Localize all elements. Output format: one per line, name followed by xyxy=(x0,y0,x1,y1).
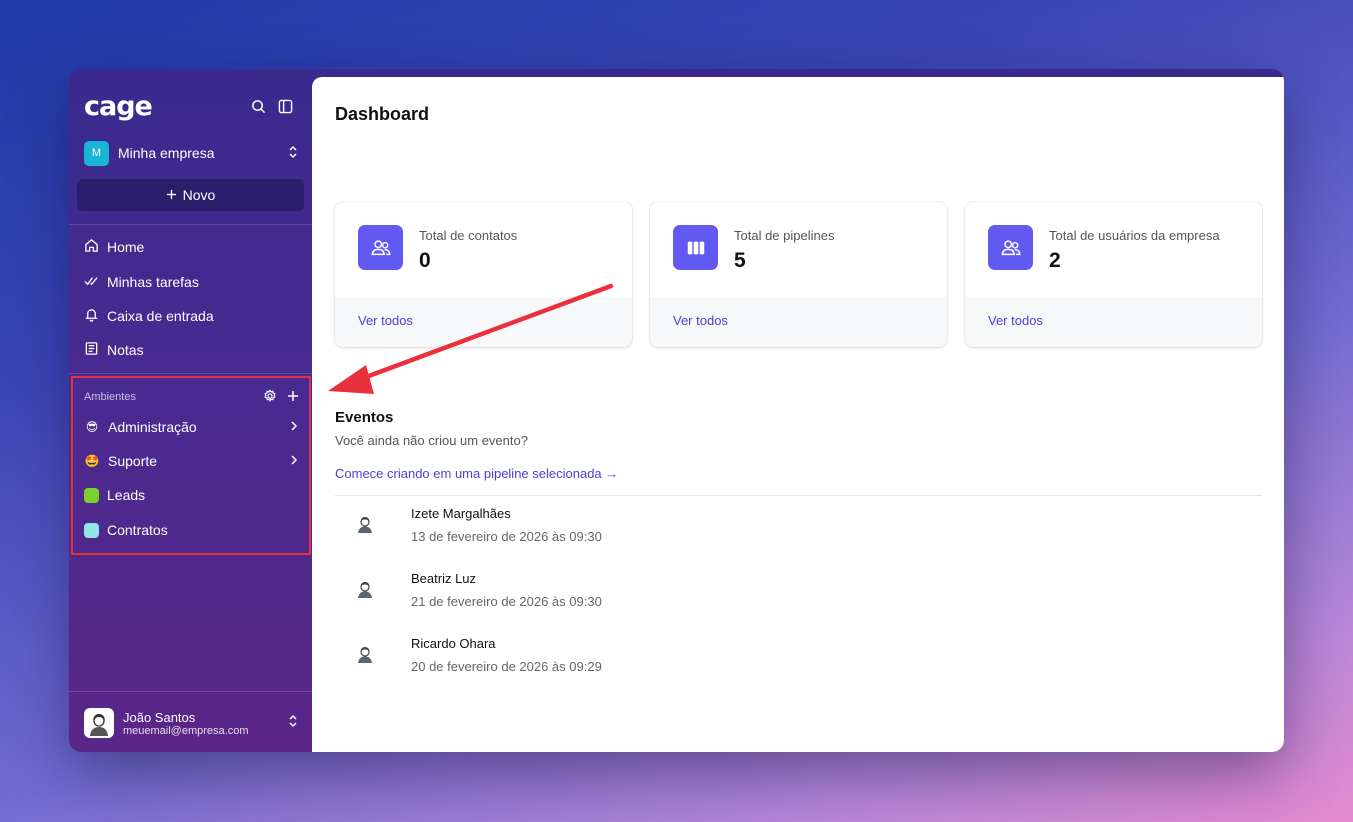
new-button[interactable]: Novo xyxy=(77,179,304,211)
events-empty-text: Você ainda não criou um evento? xyxy=(335,433,528,448)
stat-card-contacts: Total de contatos 0 Ver todos xyxy=(335,202,632,347)
environment-label: Contratos xyxy=(107,522,168,538)
plus-icon xyxy=(166,187,177,203)
checks-icon xyxy=(84,273,99,291)
see-all-link[interactable]: Ver todos xyxy=(358,313,413,328)
user-email: meuemail@empresa.com xyxy=(123,724,249,737)
search-icon[interactable] xyxy=(250,98,267,115)
event-date: 13 de fevereiro de 2026 às 09:30 xyxy=(411,529,602,544)
nav-item-label: Caixa de entrada xyxy=(107,308,214,324)
divider xyxy=(335,495,1262,496)
event-name: Izete Margalhães xyxy=(411,506,511,521)
color-dot xyxy=(84,487,99,503)
app-logo: cage xyxy=(84,90,153,122)
app-window: cage M Minha empresa Novo Home Minhas ta… xyxy=(69,69,1284,752)
avatar xyxy=(84,708,114,738)
environment-item-suporte[interactable]: 🤩 Suporte xyxy=(84,449,299,473)
event-name: Beatriz Luz xyxy=(411,571,477,586)
event-row[interactable]: Izete Margalhães 13 de fevereiro de 2026… xyxy=(335,502,1235,546)
card-value: 0 xyxy=(419,249,431,272)
person-avatar-icon xyxy=(355,579,375,599)
stat-card-users: Total de usuários da empresa 2 Ver todos xyxy=(965,202,1262,347)
sidebar: cage M Minha empresa Novo Home Minhas ta… xyxy=(69,69,312,752)
person-avatar-icon xyxy=(355,514,375,534)
nav-item-label: Notas xyxy=(107,342,144,358)
card-value: 5 xyxy=(734,249,746,272)
events-title: Eventos xyxy=(335,409,394,426)
card-label: Total de contatos xyxy=(419,228,518,243)
star-struck-emoji-icon: 🤩 xyxy=(84,454,100,468)
environment-item-leads[interactable]: Leads xyxy=(84,483,299,507)
nav-item-notes[interactable]: Notas xyxy=(84,338,294,362)
event-name: Ricardo Ohara xyxy=(411,636,496,651)
plus-icon[interactable] xyxy=(287,390,299,405)
chevron-right-icon xyxy=(289,419,299,435)
environment-label: Leads xyxy=(107,487,146,503)
page-title: Dashboard xyxy=(335,104,430,124)
divider xyxy=(69,691,312,692)
divider xyxy=(69,373,312,374)
color-dot xyxy=(84,522,99,538)
company-badge: M xyxy=(84,140,109,166)
see-all-link[interactable]: Ver todos xyxy=(988,313,1043,328)
nav-item-home[interactable]: Home xyxy=(84,235,294,259)
nav-item-label: Minhas tarefas xyxy=(107,274,199,290)
environments-header: Ambientes xyxy=(84,387,299,407)
event-row[interactable]: Beatriz Luz 21 de fevereiro de 2026 às 0… xyxy=(335,567,1235,611)
card-label: Total de usuários da empresa xyxy=(1049,228,1220,243)
divider xyxy=(69,224,312,225)
environment-label: Administração xyxy=(108,419,197,435)
sunglasses-emoji-icon: 😎 xyxy=(85,420,99,434)
new-button-label: Novo xyxy=(182,187,216,203)
person-avatar-icon xyxy=(355,644,375,664)
company-switcher[interactable]: M Minha empresa xyxy=(84,139,299,167)
nav-item-inbox[interactable]: Caixa de entrada xyxy=(84,304,294,328)
environments-title: Ambientes xyxy=(84,391,136,403)
users-icon xyxy=(988,225,1033,270)
environment-item-contratos[interactable]: Contratos xyxy=(84,518,299,542)
notes-icon xyxy=(84,341,99,359)
event-date: 20 de fevereiro de 2026 às 09:29 xyxy=(411,659,602,674)
stat-card-pipelines: Total de pipelines 5 Ver todos xyxy=(650,202,947,347)
user-name: João Santos xyxy=(123,709,196,725)
events-cta-link[interactable]: Comece criando em uma pipeline seleciona… xyxy=(335,466,618,481)
columns-icon xyxy=(673,225,718,270)
users-icon xyxy=(358,225,403,270)
sidebar-toggle-icon[interactable] xyxy=(277,98,294,115)
chevron-up-down-icon xyxy=(287,145,299,162)
environment-item-administracao[interactable]: 😎 Administração xyxy=(84,415,299,439)
company-name: Minha empresa xyxy=(118,145,215,161)
chevron-up-down-icon xyxy=(287,714,299,733)
gear-icon[interactable] xyxy=(263,388,277,406)
event-row[interactable]: Ricardo Ohara 20 de fevereiro de 2026 às… xyxy=(335,632,1235,676)
see-all-link[interactable]: Ver todos xyxy=(673,313,728,328)
home-icon xyxy=(84,238,99,256)
card-label: Total de pipelines xyxy=(734,228,835,243)
card-value: 2 xyxy=(1049,249,1061,272)
environment-label: Suporte xyxy=(108,453,158,469)
user-menu[interactable]: João Santos meuemail@empresa.com xyxy=(84,705,299,741)
main-content: Dashboard Total de contatos 0 Ver todos … xyxy=(312,77,1284,752)
nav-item-label: Home xyxy=(107,239,145,255)
event-date: 21 de fevereiro de 2026 às 09:30 xyxy=(411,594,602,609)
bell-icon xyxy=(84,307,99,325)
sidebar-header: cage xyxy=(84,90,294,122)
nav-item-tasks[interactable]: Minhas tarefas xyxy=(84,270,294,294)
chevron-right-icon xyxy=(289,453,299,469)
